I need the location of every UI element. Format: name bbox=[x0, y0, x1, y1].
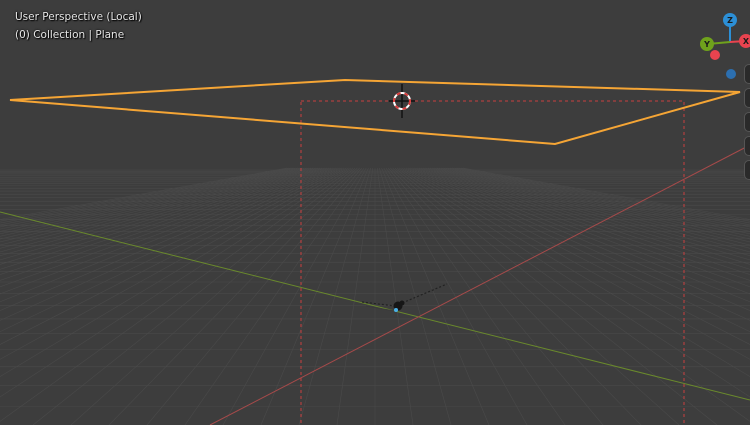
view-camera-button[interactable] bbox=[744, 160, 750, 180]
gizmo-x-axis[interactable]: X bbox=[739, 34, 750, 48]
gizmo-y-label: Y bbox=[703, 40, 710, 49]
camera-view-button[interactable] bbox=[744, 64, 750, 84]
floor-grid bbox=[0, 167, 750, 425]
3d-cursor-icon[interactable] bbox=[389, 84, 415, 118]
view-name-label: User Perspective (Local) bbox=[15, 11, 142, 23]
pan-button[interactable] bbox=[744, 112, 750, 132]
gizmo-x-label: X bbox=[743, 37, 750, 46]
3d-viewport[interactable]: Z Y X User Perspective (Local) (0) Colle… bbox=[0, 0, 750, 425]
selected-plane-outline[interactable] bbox=[9, 78, 741, 146]
gizmo-z-label: Z bbox=[727, 16, 733, 25]
scene-canvas[interactable]: Z Y X bbox=[0, 0, 750, 425]
gizmo-negative-x[interactable] bbox=[710, 50, 720, 60]
gizmo-y-axis[interactable]: Y bbox=[700, 37, 714, 51]
gizmo-z-axis[interactable]: Z bbox=[723, 13, 737, 27]
gizmo-negative-z[interactable] bbox=[726, 69, 736, 79]
camera-frame[interactable] bbox=[300, 100, 685, 425]
zoom-button[interactable] bbox=[744, 88, 750, 108]
object-info-label: (0) Collection | Plane bbox=[15, 29, 125, 41]
orthographic-toggle-button[interactable] bbox=[744, 136, 750, 156]
navigation-gizmo[interactable]: Z Y X bbox=[700, 13, 750, 79]
